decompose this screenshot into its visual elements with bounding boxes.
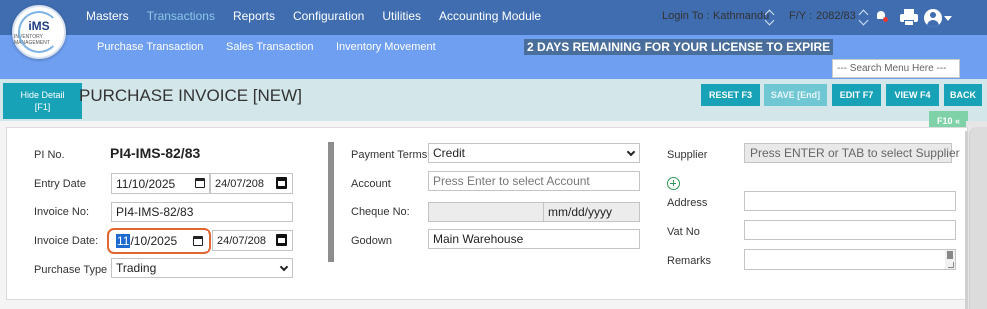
view-button[interactable]: VIEW F4 <box>886 84 939 106</box>
chevron-down-icon <box>626 147 636 157</box>
godown-value: Main Warehouse <box>433 232 524 246</box>
cheque-no-label: Cheque No: <box>351 206 410 218</box>
entry-date-value: 11/10/2025 <box>116 176 176 191</box>
nav-accounting-module[interactable]: Accounting Module <box>439 9 541 23</box>
main-nav: Masters Transactions Reports Configurati… <box>86 9 559 23</box>
user-account-icon[interactable] <box>924 9 942 27</box>
fy-label: F/Y : <box>789 10 813 22</box>
cheque-date-input[interactable]: mm/dd/yyyy <box>543 202 640 222</box>
app-logo[interactable]: iMS INVENTORY MANAGEMENT <box>12 5 66 59</box>
remarks-textarea[interactable] <box>744 249 956 270</box>
right-side-panel <box>966 121 987 309</box>
purchase-type-value: Trading <box>116 261 157 275</box>
payment-terms-select[interactable]: Credit <box>428 143 640 163</box>
vat-no-label: Vat No <box>667 226 700 238</box>
reset-button[interactable]: RESET F3 <box>701 84 760 106</box>
calendar-icon[interactable] <box>276 234 287 246</box>
entry-date-input[interactable]: 11/10/2025 <box>111 173 210 194</box>
invoice-no-label: Invoice No: <box>34 206 90 218</box>
hide-detail-label: Hide Detail <box>20 89 65 100</box>
invoice-date-selected-month: 11 <box>116 234 131 248</box>
supplier-select-button[interactable]: Press ENTER or TAB to select Supplier <box>744 143 960 163</box>
invoice-date-rest: /10/2025 <box>130 234 178 248</box>
notification-bell-icon[interactable] <box>876 11 888 22</box>
login-value[interactable]: Kathmandu <box>713 10 769 22</box>
vat-no-input[interactable] <box>744 220 956 240</box>
invoice-no-input[interactable]: PI4-IMS-82/83 <box>111 202 293 222</box>
address-input[interactable] <box>744 191 956 211</box>
address-label: Address <box>667 197 708 209</box>
supplier-label: Supplier <box>667 149 708 161</box>
fy-switch-icon[interactable] <box>858 8 868 26</box>
resize-grip-icon[interactable] <box>948 262 954 268</box>
license-expiry-notice: 2 DAYS REMAINING FOR YOUR LICENSE TO EXP… <box>524 39 834 55</box>
godown-input[interactable]: Main Warehouse <box>428 229 640 249</box>
nav-configuration[interactable]: Configuration <box>293 9 364 23</box>
fy-value[interactable]: 2082/83 <box>816 10 856 22</box>
cheque-date-placeholder: mm/dd/yyyy <box>548 205 613 219</box>
invoice-date-label: Invoice Date: <box>34 235 99 247</box>
right-side-tab[interactable] <box>969 127 987 309</box>
account-input[interactable]: Press Enter to select Account <box>428 171 640 191</box>
subnav-sales-transaction[interactable]: Sales Transaction <box>226 41 313 53</box>
cheque-no-input[interactable] <box>428 202 544 222</box>
entry-date-label: Entry Date <box>34 178 86 190</box>
nav-masters[interactable]: Masters <box>86 9 129 23</box>
nav-utilities[interactable]: Utilities <box>382 9 421 23</box>
account-label: Account <box>351 178 391 190</box>
entry-date-bs-value: 24/07/208 <box>215 177 264 190</box>
pi-no-label: PI No. <box>34 149 65 161</box>
menu-search-input[interactable] <box>832 59 960 78</box>
payment-terms-label: Payment Terms <box>351 149 428 161</box>
login-label: Login To : <box>662 10 710 22</box>
logo-ring <box>18 11 60 53</box>
purchase-type-select[interactable]: Trading <box>111 258 293 278</box>
user-head <box>930 12 936 18</box>
entry-date-bs-input[interactable]: 24/07/208 <box>210 173 293 194</box>
nav-transactions[interactable]: Transactions <box>147 9 215 23</box>
calendar-icon[interactable] <box>195 178 205 188</box>
invoice-date-bs-value: 24/07/208 <box>217 234 266 247</box>
subnav-purchase-transaction[interactable]: Purchase Transaction <box>97 41 203 53</box>
purchase-type-label: Purchase Type <box>34 264 108 276</box>
page-title: PURCHASE INVOICE [NEW] <box>79 86 302 105</box>
invoice-date-input[interactable]: 11/10/2025 <box>111 231 208 251</box>
user-menu-caret-icon[interactable] <box>944 16 952 21</box>
printer-icon[interactable] <box>900 9 918 26</box>
login-switch-icon[interactable] <box>764 8 774 26</box>
edit-button[interactable]: EDIT F7 <box>832 84 881 106</box>
column-divider <box>328 142 334 262</box>
printer-paper <box>904 20 914 26</box>
subnav-inventory-movement[interactable]: Inventory Movement <box>336 41 436 53</box>
supplier-placeholder: Press ENTER or TAB to select Supplier <box>750 146 960 160</box>
calendar-icon[interactable] <box>193 236 203 246</box>
invoice-no-value: PI4-IMS-82/83 <box>116 205 194 219</box>
hide-detail-button[interactable]: Hide Detail [F1] <box>3 83 82 119</box>
nav-reports[interactable]: Reports <box>233 9 275 23</box>
calendar-icon[interactable] <box>276 177 287 189</box>
add-supplier-icon[interactable] <box>667 177 680 190</box>
godown-label: Godown <box>351 235 392 247</box>
remarks-label: Remarks <box>667 255 712 267</box>
chevron-down-icon <box>279 262 289 272</box>
save-button[interactable]: SAVE [End] <box>764 84 827 106</box>
hide-detail-key: [F1] <box>34 102 51 112</box>
pi-no-value: PI4-IMS-82/83 <box>110 145 201 161</box>
invoice-date-bs-input[interactable]: 24/07/208 <box>212 230 293 251</box>
back-button[interactable]: BACK <box>944 84 982 106</box>
account-placeholder: Press Enter to select Account <box>433 174 590 188</box>
payment-terms-value: Credit <box>433 146 466 160</box>
user-shoulders <box>927 20 939 27</box>
page-scrollbar[interactable] <box>965 131 968 309</box>
